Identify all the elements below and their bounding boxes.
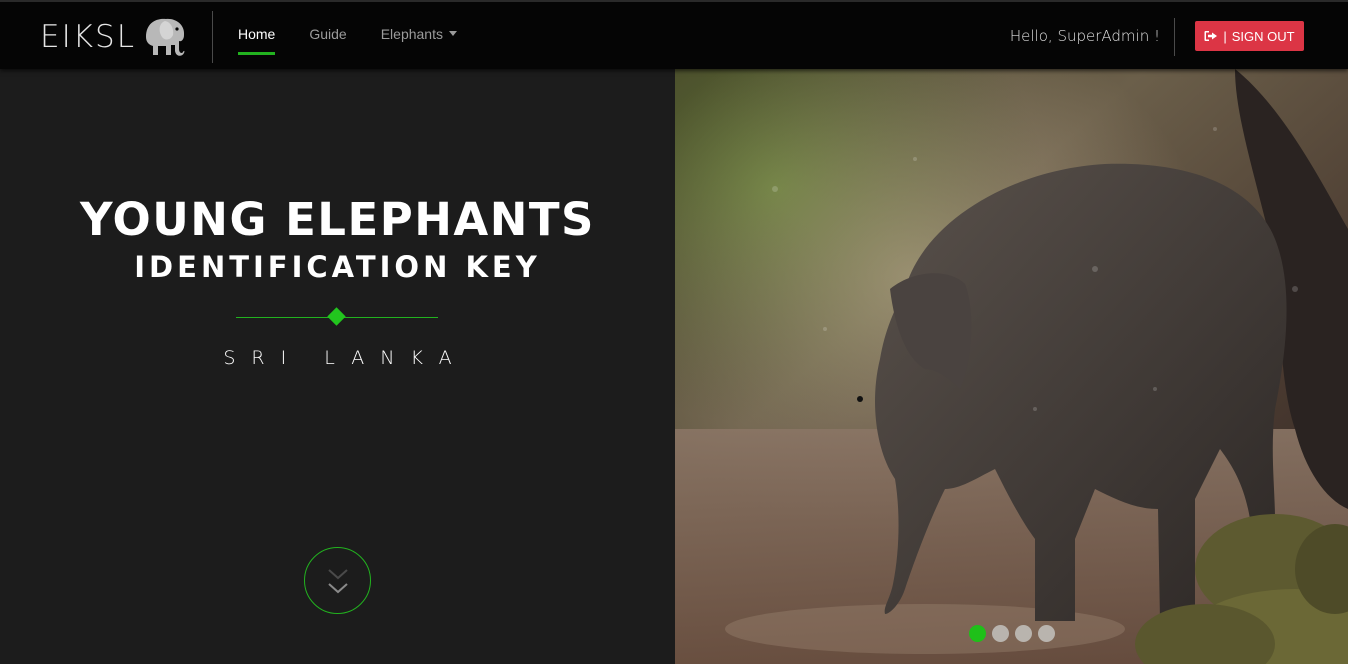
carousel-dot-4[interactable]	[1038, 625, 1055, 642]
nav-guide[interactable]: Guide	[309, 1, 346, 68]
hero-carousel-image	[675, 69, 1348, 664]
chevron-double-down-icon	[328, 569, 348, 594]
main-nav: Home Guide Elephants	[238, 2, 491, 69]
user-greeting: Hello, SuperAdmin !	[1009, 27, 1160, 45]
caret-down-icon	[449, 30, 457, 36]
title-divider-ornament	[236, 307, 438, 326]
user-divider	[1174, 18, 1175, 56]
hero-location: SRI LANKA	[223, 347, 468, 369]
carousel-dot-2[interactable]	[992, 625, 1009, 642]
sign-out-separator: |	[1223, 28, 1227, 44]
hero-subtitle: IDENTIFICATION KEY	[134, 250, 541, 284]
carousel-dot-3[interactable]	[1015, 625, 1032, 642]
brand-name: EIKSL	[40, 19, 137, 55]
sign-out-icon	[1204, 31, 1218, 41]
carousel-indicators	[969, 625, 1055, 642]
diamond-icon	[327, 307, 346, 326]
hero-title: YOUNG ELEPHANTS	[80, 193, 595, 246]
elephant-icon	[146, 18, 185, 56]
hero-text-panel: YOUNG ELEPHANTS IDENTIFICATION KEY SRI L…	[0, 69, 675, 664]
top-navbar: EIKSL Home Guide Elephants Hello, SuperA…	[0, 0, 1348, 69]
nav-elephants-dropdown[interactable]: Elephants	[381, 1, 457, 68]
brand-logo-link[interactable]: EIKSL	[40, 15, 188, 59]
nav-home-label: Home	[238, 26, 276, 42]
baby-elephant-photo	[675, 69, 1348, 664]
sign-out-label: SIGN OUT	[1231, 28, 1295, 44]
nav-elephants-label: Elephants	[380, 26, 443, 42]
navbar-divider	[212, 11, 213, 63]
carousel-dot-1[interactable]	[969, 625, 986, 642]
sign-out-button[interactable]: | SIGN OUT	[1195, 21, 1304, 51]
scroll-down-button[interactable]	[304, 547, 371, 614]
nav-home[interactable]: Home	[238, 1, 276, 68]
nav-guide-label: Guide	[309, 26, 347, 42]
